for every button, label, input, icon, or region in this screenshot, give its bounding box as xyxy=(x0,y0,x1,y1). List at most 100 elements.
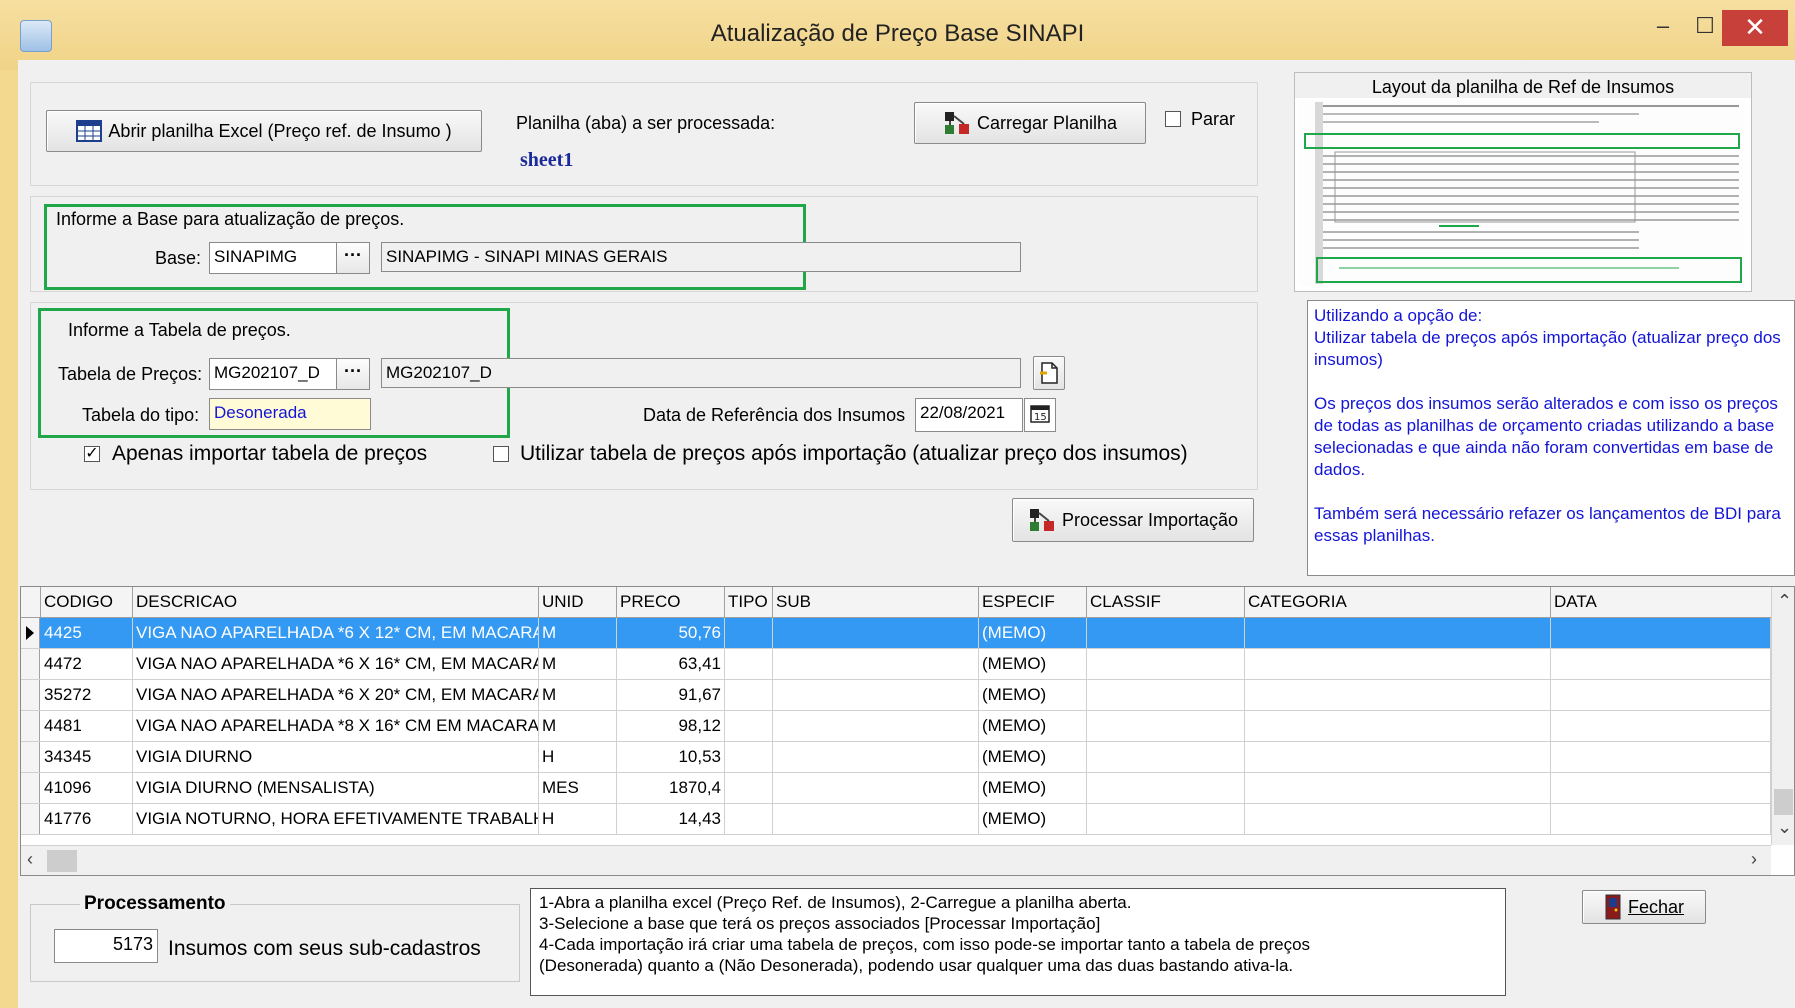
open-excel-button[interactable]: Abrir planilha Excel (Preço ref. de Insu… xyxy=(46,110,482,152)
table-row[interactable]: 4481 VIGA NAO APARELHADA *8 X 16* CM EM M… xyxy=(21,711,1771,742)
ref-date-input[interactable]: 22/08/2021 xyxy=(915,398,1023,432)
row-indicator[interactable] xyxy=(21,773,40,803)
column-header[interactable]: TIPO xyxy=(725,587,773,617)
load-sheet-button[interactable]: Carregar Planilha xyxy=(914,102,1146,144)
table-cell[interactable]: H xyxy=(539,804,617,834)
table-cell[interactable] xyxy=(725,773,773,803)
table-cell[interactable] xyxy=(773,680,979,710)
scroll-left-icon[interactable]: ‹ xyxy=(27,849,33,870)
process-import-button[interactable]: Processar Importação xyxy=(1012,498,1254,542)
table-cell[interactable] xyxy=(773,711,979,741)
column-header[interactable]: CLASSIF xyxy=(1087,587,1245,617)
table-cell[interactable] xyxy=(725,804,773,834)
row-indicator[interactable] xyxy=(21,680,40,710)
scroll-up-icon[interactable]: ⌃ xyxy=(1777,591,1792,612)
table-cell[interactable]: 63,41 xyxy=(617,649,725,679)
table-cell[interactable]: 41096 xyxy=(41,773,133,803)
table-cell[interactable]: VIGIA DIURNO xyxy=(133,742,539,772)
column-header[interactable]: PRECO xyxy=(617,587,725,617)
table-cell[interactable] xyxy=(773,742,979,772)
table-browse-button[interactable]: ··· xyxy=(336,358,370,390)
table-cell[interactable]: M xyxy=(539,618,617,648)
close-window-button[interactable]: ✕ xyxy=(1722,10,1788,46)
table-cell[interactable] xyxy=(1245,618,1551,648)
column-header[interactable]: DATA xyxy=(1551,587,1771,617)
new-document-button[interactable] xyxy=(1033,356,1065,390)
table-row[interactable]: 34345 VIGIA DIURNO H 10,53 (MEMO) xyxy=(21,742,1771,773)
table-cell[interactable] xyxy=(1551,804,1771,834)
table-cell[interactable]: VIGIA DIURNO (MENSALISTA) xyxy=(133,773,539,803)
table-cell[interactable]: 14,43 xyxy=(617,804,725,834)
table-code-input[interactable]: MG202107_D xyxy=(209,358,337,390)
table-cell[interactable] xyxy=(725,711,773,741)
table-cell[interactable]: 91,67 xyxy=(617,680,725,710)
table-cell[interactable] xyxy=(1551,711,1771,741)
column-header[interactable]: CATEGORIA xyxy=(1245,587,1551,617)
table-cell[interactable] xyxy=(773,773,979,803)
row-indicator[interactable] xyxy=(21,649,40,679)
scroll-down-icon[interactable]: ⌄ xyxy=(1777,817,1792,838)
type-value-field[interactable]: Desonerada xyxy=(209,398,371,430)
table-cell[interactable]: 4481 xyxy=(41,711,133,741)
horizontal-scrollbar[interactable]: ‹ › xyxy=(21,845,1771,875)
table-cell[interactable] xyxy=(1087,618,1245,648)
column-header[interactable]: CODIGO xyxy=(41,587,133,617)
table-cell[interactable] xyxy=(1087,649,1245,679)
table-cell[interactable] xyxy=(773,804,979,834)
horizontal-scroll-thumb[interactable] xyxy=(47,850,77,872)
table-cell[interactable]: (MEMO) xyxy=(979,618,1087,648)
table-cell[interactable] xyxy=(1087,804,1245,834)
table-cell[interactable] xyxy=(725,680,773,710)
table-cell[interactable] xyxy=(1551,680,1771,710)
table-row[interactable]: 41776 VIGIA NOTURNO, HORA EFETIVAMENTE TR… xyxy=(21,804,1771,835)
table-cell[interactable]: MES xyxy=(539,773,617,803)
table-cell[interactable] xyxy=(1245,649,1551,679)
table-cell[interactable]: VIGA NAO APARELHADA *8 X 16* CM EM MACAR… xyxy=(133,711,539,741)
scroll-right-icon[interactable]: › xyxy=(1751,849,1757,870)
table-cell[interactable] xyxy=(1087,680,1245,710)
stop-checkbox[interactable] xyxy=(1165,111,1181,127)
table-cell[interactable]: (MEMO) xyxy=(979,773,1087,803)
table-cell[interactable]: M xyxy=(539,680,617,710)
table-cell[interactable] xyxy=(1551,773,1771,803)
table-cell[interactable] xyxy=(1551,649,1771,679)
table-cell[interactable]: (MEMO) xyxy=(979,804,1087,834)
table-row[interactable]: 4472 VIGA NAO APARELHADA *6 X 16* CM, EM … xyxy=(21,649,1771,680)
table-cell[interactable]: (MEMO) xyxy=(979,649,1087,679)
row-indicator[interactable] xyxy=(21,618,40,648)
table-cell[interactable] xyxy=(1087,711,1245,741)
row-indicator[interactable] xyxy=(21,711,40,741)
table-cell[interactable] xyxy=(773,618,979,648)
table-cell[interactable] xyxy=(1245,711,1551,741)
row-indicator[interactable] xyxy=(21,804,40,834)
table-cell[interactable]: M xyxy=(539,649,617,679)
column-header[interactable]: SUB xyxy=(773,587,979,617)
table-cell[interactable]: VIGIA NOTURNO, HORA EFETIVAMENTE TRABALH… xyxy=(133,804,539,834)
row-indicator[interactable] xyxy=(21,742,40,772)
table-cell[interactable]: 35272 xyxy=(41,680,133,710)
column-header[interactable]: UNID xyxy=(539,587,617,617)
minimize-button[interactable]: – xyxy=(1648,10,1678,44)
table-cell[interactable]: (MEMO) xyxy=(979,711,1087,741)
table-cell[interactable]: 41776 xyxy=(41,804,133,834)
table-cell[interactable] xyxy=(1551,742,1771,772)
table-cell[interactable]: VIGA NAO APARELHADA *6 X 16* CM, EM MACA… xyxy=(133,649,539,679)
table-cell[interactable]: (MEMO) xyxy=(979,680,1087,710)
table-cell[interactable]: 34345 xyxy=(41,742,133,772)
table-cell[interactable]: M xyxy=(539,711,617,741)
table-row[interactable]: 4425 VIGA NAO APARELHADA *6 X 12* CM, EM … xyxy=(21,618,1771,649)
table-cell[interactable] xyxy=(1245,773,1551,803)
only-import-checkbox[interactable]: ✓ xyxy=(84,446,100,462)
table-cell[interactable]: 4425 xyxy=(41,618,133,648)
table-cell[interactable] xyxy=(725,742,773,772)
table-cell[interactable]: 4472 xyxy=(41,649,133,679)
table-row[interactable]: 41096 VIGIA DIURNO (MENSALISTA) MES 1870,4 (… xyxy=(21,773,1771,804)
table-cell[interactable] xyxy=(1245,804,1551,834)
table-cell[interactable]: 98,12 xyxy=(617,711,725,741)
table-cell[interactable]: VIGA NAO APARELHADA *6 X 20* CM, EM MACA… xyxy=(133,680,539,710)
table-cell[interactable] xyxy=(1087,742,1245,772)
base-browse-button[interactable]: ··· xyxy=(336,242,370,274)
table-cell[interactable]: H xyxy=(539,742,617,772)
table-cell[interactable] xyxy=(1551,618,1771,648)
close-form-button[interactable]: Fechar xyxy=(1582,890,1706,924)
